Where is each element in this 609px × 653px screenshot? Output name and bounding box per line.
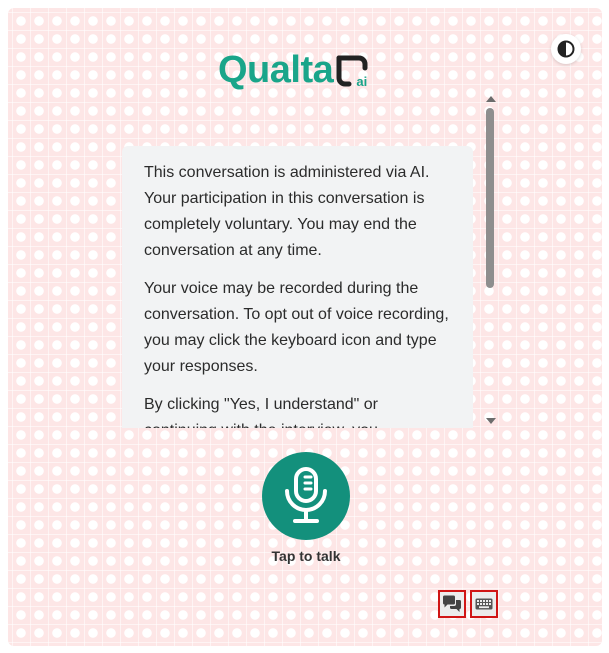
tap-to-talk-button[interactable] [262,452,350,540]
app-frame: Qualta ai This conversation is administe… [8,8,602,646]
scroll-up-arrow-icon[interactable] [486,96,496,102]
theme-toggle-button[interactable] [551,34,581,64]
tap-to-talk-label: Tap to talk [271,548,341,564]
keyboard-mode-button[interactable] [470,590,498,618]
qualta-logo: Qualta ai [218,46,369,90]
consent-paragraph: By clicking "Yes, I understand" or conti… [144,396,378,428]
keyboard-icon [475,598,493,610]
scroll-down-arrow-icon[interactable] [486,418,496,424]
consent-paragraph: Your voice may be recorded during the co… [144,280,449,375]
scrollbar-thumb[interactable] [486,108,494,288]
logo-wordmark: Qualta [218,49,334,91]
consent-paragraph: This conversation is administered via AI… [144,164,430,259]
logo-mark-icon: ai [335,54,369,88]
logo-ai-suffix: ai [356,74,368,89]
chat-scrollbar[interactable] [482,92,498,428]
chat-bubbles-icon [443,595,461,612]
consent-message-bubble: This conversation is administered via AI… [122,146,473,428]
contrast-icon [557,40,575,58]
microphone-icon [285,467,327,523]
chat-message-area[interactable]: This conversation is administered via AI… [112,144,496,428]
chat-mode-button[interactable] [438,590,466,618]
